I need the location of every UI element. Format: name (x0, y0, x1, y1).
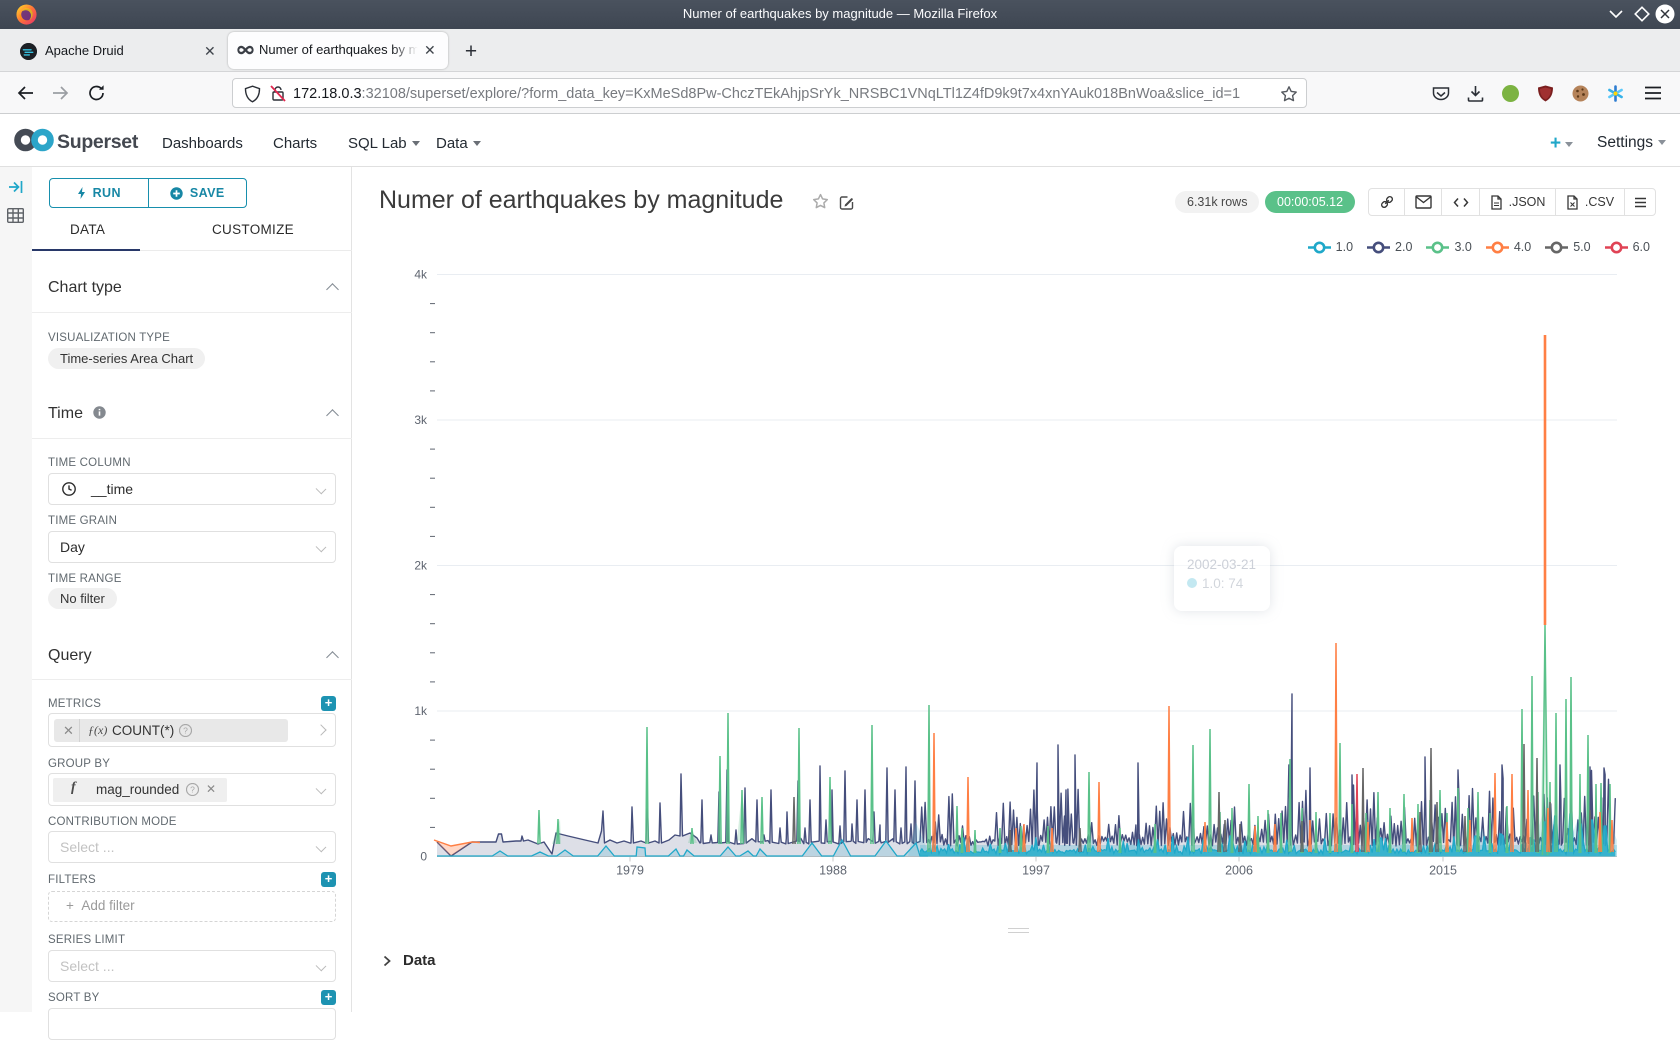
svg-text:1979: 1979 (616, 864, 644, 878)
svg-text:3k: 3k (414, 413, 428, 427)
svg-text:1k: 1k (414, 704, 428, 718)
svg-text:4k: 4k (414, 268, 428, 282)
svg-text:1997: 1997 (1022, 864, 1050, 878)
svg-text:2015: 2015 (1429, 864, 1457, 878)
svg-text:2006: 2006 (1225, 864, 1253, 878)
svg-text:2k: 2k (414, 559, 428, 573)
svg-text:1988: 1988 (819, 864, 847, 878)
svg-text:?: ? (190, 784, 195, 794)
svg-text:0: 0 (420, 850, 427, 864)
svg-text:?: ? (183, 725, 188, 735)
